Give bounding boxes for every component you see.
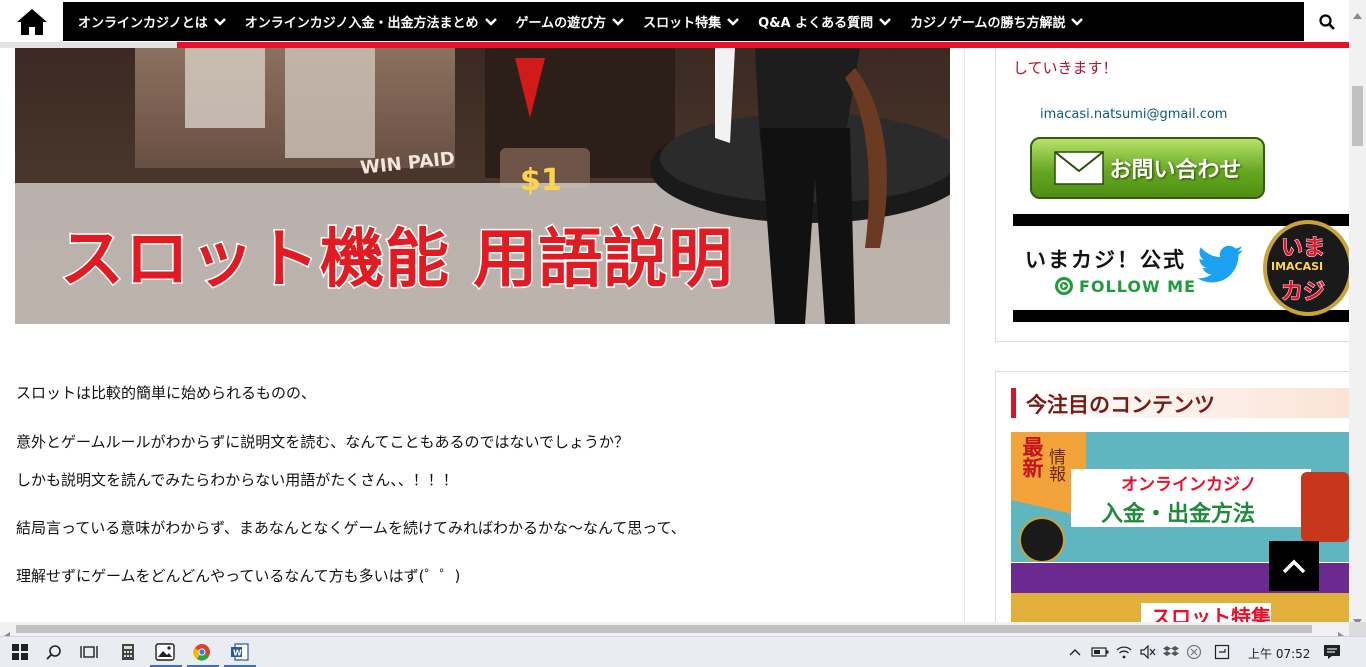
nav-item-how-to-play[interactable]: ゲームの遊び方 bbox=[516, 12, 625, 31]
nav-item-faq[interactable]: Q&A よくある質問 bbox=[758, 12, 892, 31]
article-paragraph: 意外とゲームルールがわからずに説明文を読む、なんてこともあるのではないでしょうか… bbox=[16, 433, 630, 451]
taskbar: W 上午 07:52 bbox=[0, 636, 1366, 667]
article-paragraph: スロットは比較的簡単に始められるものの、 bbox=[16, 384, 317, 402]
photos-app-icon[interactable] bbox=[153, 641, 177, 663]
scrollbar-corner bbox=[1349, 622, 1366, 636]
dropbox-icon[interactable] bbox=[1159, 641, 1183, 663]
chevron-down-icon bbox=[879, 17, 892, 26]
scroll-up-arrow-icon[interactable] bbox=[1353, 4, 1362, 19]
back-to-top-button[interactable] bbox=[1269, 541, 1319, 591]
contact-button[interactable]: お問い合わせ bbox=[1030, 137, 1265, 199]
input-method-icon[interactable] bbox=[1210, 641, 1234, 663]
banner-title: スロット機能 用語説明 bbox=[58, 222, 734, 299]
system-clock[interactable]: 上午 07:52 bbox=[1248, 645, 1310, 662]
volume-muted-icon[interactable] bbox=[1136, 641, 1160, 663]
chevron-down-icon bbox=[213, 17, 226, 26]
horizontal-scroll-thumb[interactable] bbox=[16, 625, 1312, 633]
nav-item-deposit-withdraw[interactable]: オンラインカジノ入金・出金方法まとめ bbox=[245, 12, 497, 31]
chevron-down-icon bbox=[484, 17, 497, 26]
wifi-icon[interactable] bbox=[1112, 641, 1136, 663]
news-badge-text: 情報 bbox=[1045, 448, 1065, 482]
scroll-left-arrow-icon[interactable] bbox=[4, 625, 10, 640]
coin-label: $1 bbox=[520, 163, 562, 198]
chevron-down-icon bbox=[727, 17, 740, 26]
chevron-up-icon[interactable] bbox=[1063, 641, 1087, 663]
scroll-down-arrow-icon[interactable] bbox=[1353, 610, 1362, 625]
battery-icon[interactable] bbox=[1088, 641, 1112, 663]
contact-button-label: お問い合わせ bbox=[1109, 158, 1242, 183]
windows-start-icon[interactable] bbox=[8, 641, 32, 663]
search-button[interactable] bbox=[1304, 2, 1349, 41]
chevron-up-icon bbox=[1282, 559, 1306, 574]
site-header: オンラインカジノとは オンラインカジノ入金・出金方法まとめ ゲームの遊び方 スロ… bbox=[0, 0, 1349, 43]
treasure-chest-icon bbox=[1301, 472, 1349, 542]
search-icon bbox=[1318, 13, 1335, 30]
main-nav: オンラインカジノとは オンラインカジノ入金・出金方法まとめ ゲームの遊び方 スロ… bbox=[63, 2, 1304, 41]
play-icon bbox=[1055, 277, 1073, 295]
home-icon bbox=[16, 8, 47, 35]
twitter-follow-banner[interactable]: いまカジ！公式 FOLLOW ME いま IMACASI カジ bbox=[1013, 214, 1349, 322]
sidebar-intro-text: していきます！ bbox=[1013, 59, 1118, 77]
sidebar-divider bbox=[964, 48, 965, 622]
task-view-icon[interactable] bbox=[77, 641, 101, 663]
promo-line2: 入金・出金方法 bbox=[1101, 502, 1256, 527]
nav-item-about-casino[interactable]: オンラインカジノとは bbox=[78, 12, 226, 31]
article-paragraph: しかも説明文を読んでみたらわからない用語がたくさん、、！！！ bbox=[16, 471, 458, 489]
promo-slots-text: スロット特集 bbox=[1151, 605, 1271, 622]
imacasi-small-logo bbox=[1019, 517, 1065, 562]
status-disabled-icon[interactable] bbox=[1182, 641, 1206, 663]
follow-me-label: FOLLOW ME bbox=[1079, 277, 1197, 296]
chevron-down-icon bbox=[1071, 17, 1084, 26]
featured-section-title: 今注目のコンテンツ bbox=[1011, 388, 1349, 418]
twitter-bird-icon bbox=[1197, 245, 1243, 283]
home-button[interactable] bbox=[0, 2, 63, 41]
word-icon[interactable]: W bbox=[228, 641, 252, 663]
calculator-icon[interactable] bbox=[116, 641, 140, 663]
svg-text:W: W bbox=[233, 649, 242, 658]
contact-email[interactable]: imacasi.natsumi@gmail.com bbox=[1040, 107, 1227, 122]
nav-item-strategy[interactable]: カジノゲームの勝ち方解説 bbox=[910, 12, 1084, 31]
mail-icon bbox=[1054, 151, 1105, 185]
notification-center-icon[interactable] bbox=[1320, 641, 1344, 663]
chevron-down-icon bbox=[612, 17, 625, 26]
chrome-icon[interactable] bbox=[190, 641, 214, 663]
article-paragraph: 理解せずにゲームをどんどんやっているなんて方も多いはず(゜゜) bbox=[16, 567, 461, 585]
scroll-right-arrow-icon[interactable] bbox=[1338, 625, 1344, 640]
search-icon[interactable] bbox=[42, 641, 66, 663]
vertical-scroll-thumb[interactable] bbox=[1352, 86, 1363, 146]
twitter-title: いまカジ！公式 bbox=[1025, 248, 1186, 272]
promo-line1: オンラインカジノ bbox=[1121, 475, 1257, 495]
imacasi-logo: いま IMACASI カジ bbox=[1263, 220, 1349, 316]
nav-item-slots[interactable]: スロット特集 bbox=[643, 12, 740, 31]
article-banner: WIN PAID $1 スロット機能 用語説明 bbox=[15, 48, 950, 324]
article-paragraph: 結局言っている意味がわからず、まあなんとなくゲームを続けてみればわかるかな〜なん… bbox=[16, 519, 686, 537]
